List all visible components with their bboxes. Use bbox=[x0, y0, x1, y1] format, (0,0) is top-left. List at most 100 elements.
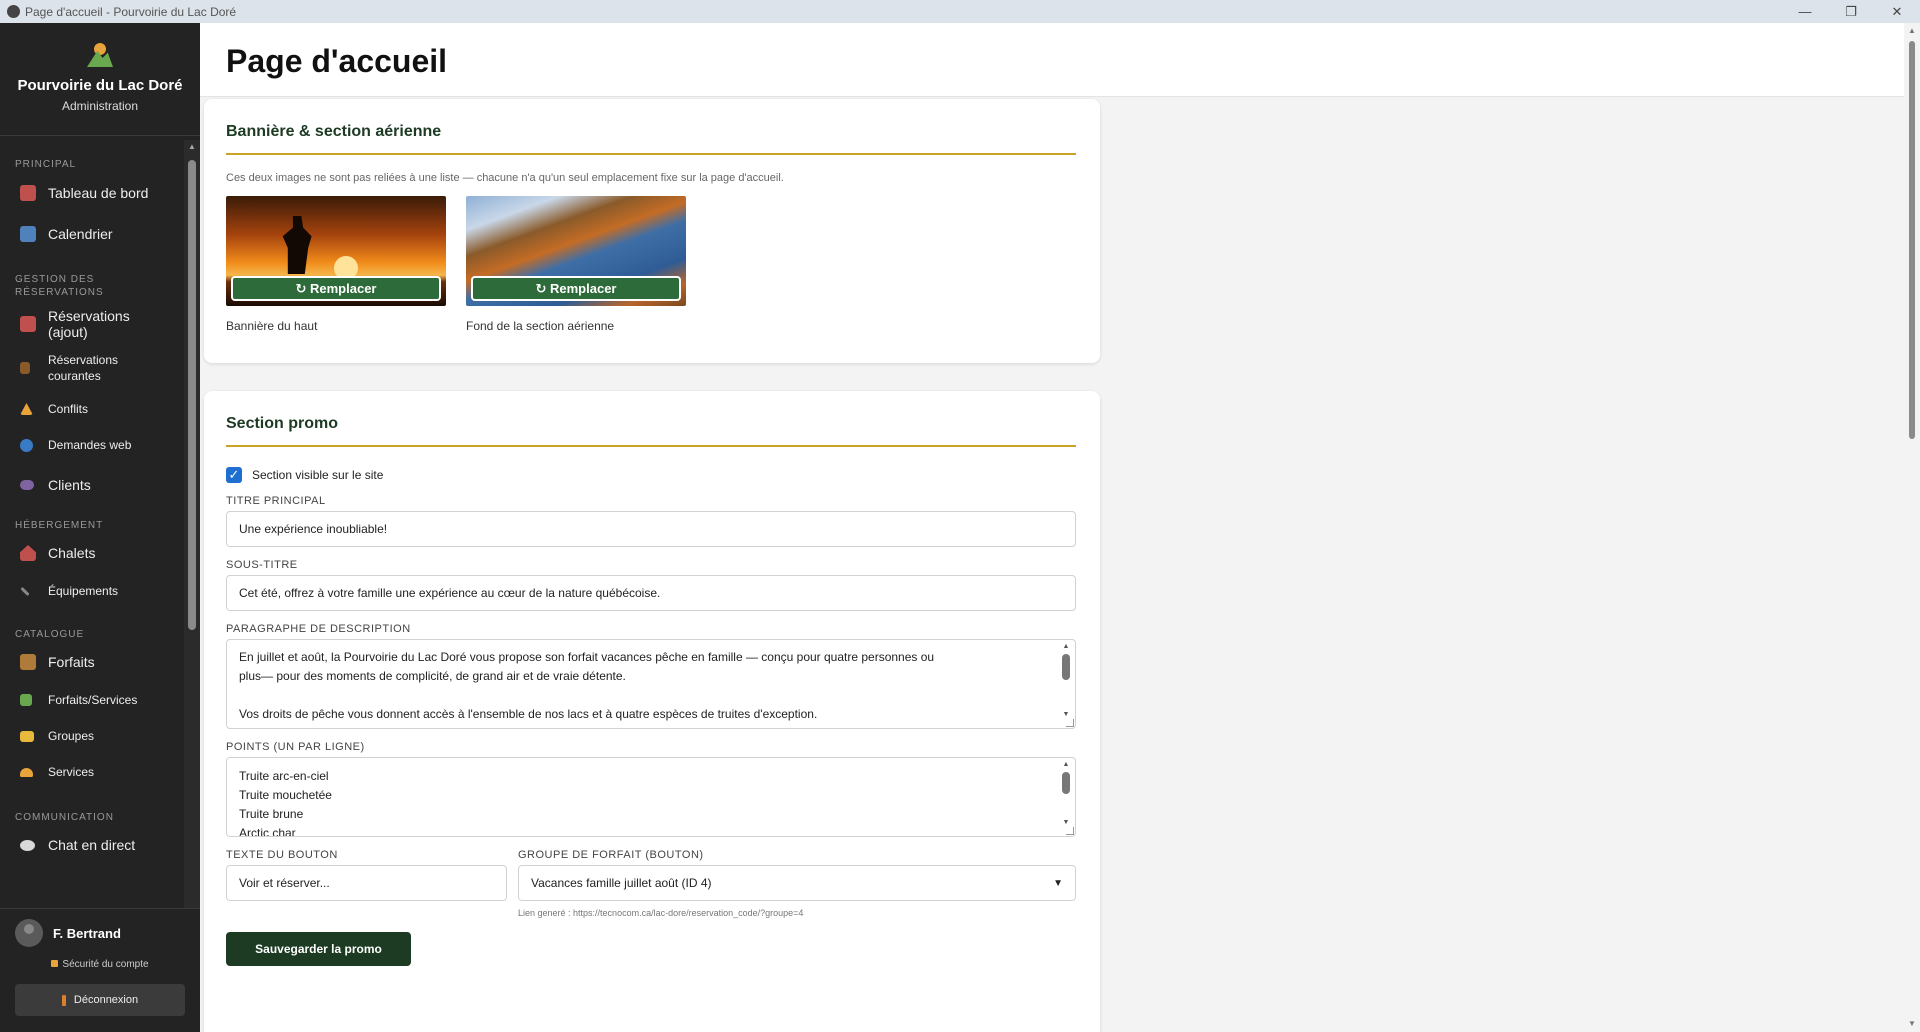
save-promo-button[interactable]: Sauvegarder la promo bbox=[226, 932, 411, 966]
sidebar-item-clients[interactable]: Clients bbox=[0, 463, 184, 506]
image-caption: Bannière du haut bbox=[226, 319, 318, 333]
package-group-value: Vacances famille juillet août (ID 4) bbox=[531, 876, 712, 890]
sidebar-item-label: Calendrier bbox=[48, 225, 113, 242]
button-text-group: TEXTE DU BOUTON Voir et réserver... bbox=[226, 837, 507, 918]
clipboard-icon bbox=[20, 316, 36, 332]
brand[interactable]: Pourvoirie du Lac Doré Administration bbox=[0, 23, 200, 136]
lock-icon bbox=[51, 960, 59, 967]
sidebar-item-reservations-courantes[interactable]: Réservations courantes bbox=[0, 345, 184, 391]
page-scrollbar[interactable]: ▲ ▼ bbox=[1904, 23, 1920, 1032]
checkbox-checked-icon[interactable]: ✓ bbox=[226, 467, 242, 483]
people-icon bbox=[20, 479, 34, 490]
points-label: POINTS (UN PAR LIGNE) bbox=[226, 741, 365, 753]
point-line: Truite mouchetée bbox=[239, 788, 332, 802]
app-icon bbox=[7, 5, 20, 18]
sidebar-item-demandes-web[interactable]: Demandes web bbox=[0, 427, 184, 463]
section-label-communication: COMMUNICATION bbox=[15, 812, 114, 823]
close-button[interactable]: ✕ bbox=[1874, 0, 1920, 23]
scroll-up-icon[interactable]: ▲ bbox=[1060, 760, 1072, 770]
subtitle-input[interactable]: Cet été, offrez à votre famille une expé… bbox=[226, 575, 1076, 611]
description-line: plus— pour des moments de complicité, de… bbox=[239, 669, 626, 683]
sidebar-item-forfaits-services[interactable]: Forfaits/Services bbox=[0, 682, 184, 718]
brand-subtitle: Administration bbox=[61, 99, 139, 113]
user-name: F. Bertrand bbox=[53, 925, 121, 941]
replace-banner-button[interactable]: ↻ Remplacer bbox=[231, 276, 441, 301]
chat-bubble-icon bbox=[20, 839, 35, 851]
wrench-icon bbox=[20, 586, 30, 596]
package-group-select[interactable]: Vacances famille juillet août (ID 4) ▼ bbox=[518, 865, 1076, 901]
window-title: Page d'accueil - Pourvoirie du Lac Doré bbox=[25, 4, 237, 19]
brand-name: Pourvoirie du Lac Doré bbox=[17, 77, 183, 94]
scroll-down-icon[interactable]: ▼ bbox=[1904, 1016, 1920, 1032]
sidebar-item-forfaits[interactable]: Forfaits bbox=[0, 642, 184, 682]
maximize-button[interactable]: ❐ bbox=[1828, 0, 1874, 23]
user-profile[interactable]: F. Bertrand bbox=[0, 909, 200, 957]
sidebar-item-chat[interactable]: Chat en direct bbox=[0, 825, 184, 865]
sidebar-nav: PRINCIPAL Tableau de bord Calendrier GES… bbox=[0, 137, 184, 917]
account-security-label: Sécurité du compte bbox=[62, 959, 149, 970]
minimize-button[interactable]: — bbox=[1782, 0, 1828, 23]
chart-icon bbox=[20, 184, 36, 201]
sidebar-item-label: Réservations courantes bbox=[48, 353, 119, 383]
sidebar-item-label: Réservations (ajout) bbox=[48, 308, 130, 340]
sidebar-item-groupes[interactable]: Groupes bbox=[0, 718, 184, 754]
banner-card-inner: Bannière & section aérienne Ces deux ima… bbox=[226, 123, 1076, 333]
sidebar-item-services[interactable]: Services bbox=[0, 754, 184, 790]
image-caption: Fond de la section aérienne bbox=[466, 319, 615, 333]
point-line: Truite brune bbox=[239, 807, 304, 821]
sidebar-item-label: Groupes bbox=[48, 729, 95, 743]
avatar bbox=[15, 919, 43, 947]
resize-handle-icon[interactable] bbox=[1066, 827, 1074, 835]
main-title-input[interactable]: Une expérience inoubliable! bbox=[226, 511, 1076, 547]
sidebar-item-label: Conflits bbox=[48, 402, 89, 416]
button-text-input[interactable]: Voir et réserver... bbox=[226, 865, 507, 901]
scroll-thumb[interactable] bbox=[1909, 41, 1915, 439]
logo-icon bbox=[85, 43, 115, 69]
house-icon bbox=[20, 545, 36, 561]
scroll-up-icon[interactable]: ▲ bbox=[1904, 23, 1920, 39]
sidebar-scrollbar[interactable]: ▲ ▼ bbox=[184, 140, 200, 920]
button-config-row: TEXTE DU BOUTON Voir et réserver... GROU… bbox=[226, 837, 1076, 918]
sidebar-item-conflits[interactable]: Conflits bbox=[0, 391, 184, 427]
replace-aerial-button[interactable]: ↻ Remplacer bbox=[471, 276, 681, 301]
textarea-scrollbar[interactable]: ▲ ▼ bbox=[1060, 760, 1072, 828]
package-icon bbox=[20, 654, 36, 670]
textarea-scrollbar[interactable]: ▲ ▼ bbox=[1060, 642, 1072, 720]
window-titlebar: Page d'accueil - Pourvoirie du Lac Doré … bbox=[0, 0, 1920, 23]
sidebar: Pourvoirie du Lac Doré Administration PR… bbox=[0, 23, 200, 1032]
description-line: En juillet et août, la Pourvoirie du Lac… bbox=[239, 650, 935, 664]
resize-handle-icon[interactable] bbox=[1066, 719, 1074, 727]
fisher-silhouette bbox=[282, 216, 312, 274]
sidebar-item-label: Clients bbox=[48, 476, 91, 493]
visibility-toggle[interactable]: ✓ Section visible sur le site bbox=[226, 467, 1076, 483]
sidebar-item-calendrier[interactable]: Calendrier bbox=[0, 213, 184, 254]
account-security-link[interactable]: Sécurité du compte bbox=[0, 959, 200, 970]
globe-icon bbox=[20, 438, 33, 452]
section-label-hebergement: HÉBERGEMENT bbox=[15, 520, 104, 531]
sidebar-item-label: Forfaits bbox=[48, 654, 95, 670]
sidebar-item-chalets[interactable]: Chalets bbox=[0, 533, 184, 573]
scroll-thumb[interactable] bbox=[188, 160, 196, 630]
aerial-image: ↻ Remplacer bbox=[466, 196, 686, 306]
sidebar-item-equipements[interactable]: Équipements bbox=[0, 573, 184, 609]
description-label: PARAGRAPHE DE DESCRIPTION bbox=[226, 623, 411, 635]
section-label-reservations: GESTION DES RÉSERVATIONS bbox=[15, 274, 104, 298]
generated-link: Lien generé : https://tecnocom.ca/lac-do… bbox=[518, 908, 804, 918]
logout-button[interactable]: Déconnexion bbox=[15, 984, 185, 1016]
scroll-thumb[interactable] bbox=[1062, 654, 1070, 680]
window-controls: — ❐ ✕ bbox=[1782, 0, 1920, 23]
book-icon bbox=[20, 362, 30, 374]
sidebar-item-tableau-de-bord[interactable]: Tableau de bord bbox=[0, 172, 184, 213]
scroll-up-icon[interactable]: ▲ bbox=[1060, 642, 1072, 652]
promo-card: Section promo ✓ Section visible sur le s… bbox=[204, 391, 1100, 1032]
scroll-up-icon[interactable]: ▲ bbox=[184, 140, 200, 154]
description-textarea[interactable]: En juillet et août, la Pourvoirie du Lac… bbox=[226, 639, 1076, 729]
puzzle-icon bbox=[20, 694, 32, 706]
group-select-label: GROUPE DE FORFAIT (BOUTON) bbox=[518, 849, 704, 861]
scroll-thumb[interactable] bbox=[1062, 772, 1070, 794]
points-textarea[interactable]: Truite arc-en-ciel Truite mouchetée Trui… bbox=[226, 757, 1076, 837]
main-title-label: TITRE PRINCIPAL bbox=[226, 495, 326, 507]
banner-card-title: Bannière & section aérienne bbox=[226, 123, 1076, 155]
sidebar-item-label: Chalets bbox=[48, 545, 96, 561]
sidebar-item-reservations-ajout[interactable]: Réservations (ajout) bbox=[0, 303, 184, 345]
